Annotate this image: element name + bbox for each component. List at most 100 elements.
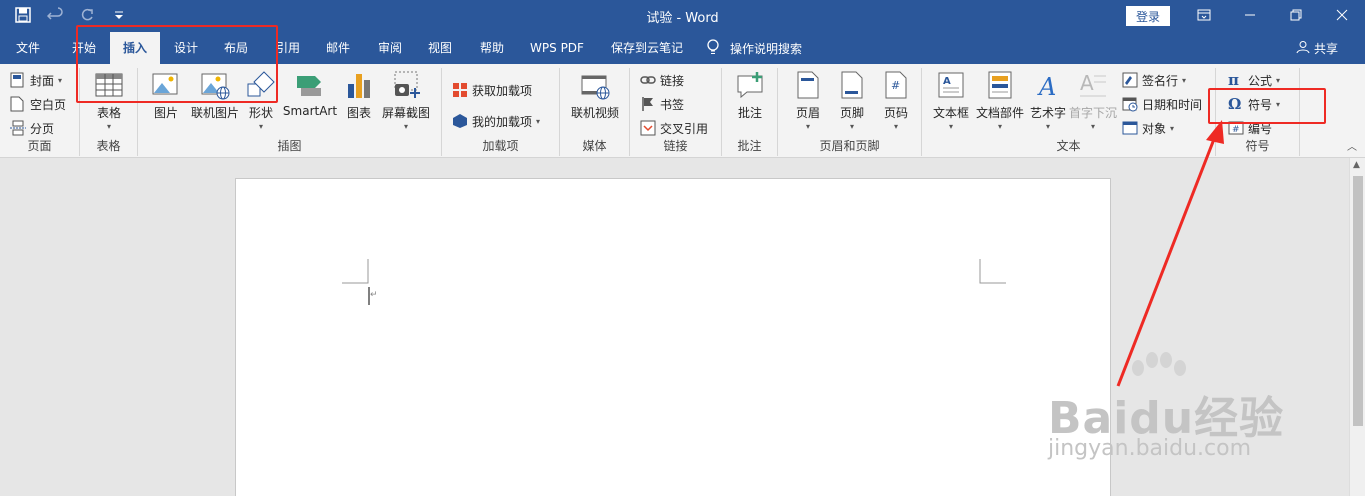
get-addins-button[interactable]: 获取加载项 (452, 80, 532, 100)
drop-cap-button[interactable]: A 首字下沉 ▾ (1068, 70, 1118, 131)
group-label-header-footer: 页眉和页脚 (819, 139, 880, 153)
signature-icon (1122, 72, 1138, 88)
share-label: 共享 (1314, 41, 1339, 56)
tab-help[interactable]: 帮助 (470, 32, 514, 64)
group-header-footer: 页眉 ▾ 页脚 ▾ # 页码 ▾ 页眉和页脚 (778, 68, 922, 156)
group-label-symbols: 符号 (1245, 139, 1270, 153)
group-pages: 封面 ▾ 空白页 分页 页面 (0, 68, 80, 156)
scrollbar-thumb[interactable] (1353, 176, 1363, 426)
tab-view[interactable]: 视图 (418, 32, 462, 64)
group-comments: 批注 批注 (722, 68, 778, 156)
screenshot-button[interactable]: 屏幕截图 ▾ (380, 70, 432, 131)
svg-text:#: # (891, 79, 900, 92)
pi-icon: π (1228, 71, 1239, 89)
equation-button[interactable]: π 公式 ▾ (1228, 70, 1280, 90)
group-label-table: 表格 (96, 139, 121, 153)
date-time-button[interactable]: 日期和时间 (1122, 94, 1202, 114)
svg-text:#: # (1232, 125, 1240, 135)
search-label: 操作说明搜索 (730, 41, 803, 56)
watermark-url: jingyan.baidu.com (1048, 436, 1252, 461)
calendar-icon (1122, 96, 1138, 112)
screenshot-icon (391, 70, 421, 100)
chart-button[interactable]: 图表 (342, 70, 376, 121)
blank-page-icon (10, 96, 26, 112)
restore-icon[interactable] (1284, 4, 1308, 26)
group-label-illustrations: 插图 (277, 139, 302, 153)
text-box-button[interactable]: A 文本框 ▾ (930, 70, 972, 131)
undo-icon[interactable] (46, 6, 64, 24)
group-label-media: 媒体 (582, 139, 607, 153)
page-break-button[interactable]: 分页 (10, 118, 54, 138)
scroll-up-icon[interactable]: ▲ (1353, 160, 1360, 170)
page-break-icon (10, 120, 26, 136)
online-video-icon (580, 70, 610, 100)
blank-page-button[interactable]: 空白页 (10, 94, 66, 114)
group-label-pages: 页面 (27, 139, 52, 153)
cover-page-button[interactable]: 封面 ▾ (10, 70, 62, 90)
tab-wps-pdf[interactable]: WPS PDF (524, 32, 590, 64)
collapse-ribbon-icon[interactable]: ︿ (1347, 138, 1357, 153)
svg-text:A: A (943, 76, 951, 87)
quick-access-toolbar (14, 6, 128, 24)
page-number-button[interactable]: # 页码 ▾ (876, 70, 916, 131)
person-icon (1296, 40, 1310, 57)
close-icon[interactable] (1330, 4, 1354, 26)
smartart-button[interactable]: SmartArt (282, 70, 338, 118)
smartart-icon (295, 70, 325, 100)
save-icon[interactable] (14, 6, 32, 24)
annotation-box-symbol (1208, 88, 1326, 124)
baidu-watermark: Baidu经验 jingyan.baidu.com (1040, 350, 1300, 470)
comment-icon (735, 70, 765, 100)
group-label-text: 文本 (1056, 139, 1081, 153)
online-video-button[interactable]: 联机视频 (568, 70, 622, 121)
wordart-button[interactable]: A 艺术字 ▾ (1028, 70, 1068, 131)
svg-text:↵: ↵ (370, 290, 378, 300)
group-links: 链接 书签 交叉引用 链接 (630, 68, 722, 156)
drop-cap-icon: A (1078, 70, 1108, 100)
my-addins-button[interactable]: 我的加载项 ▾ (452, 111, 540, 131)
tab-file[interactable]: 文件 (8, 32, 48, 64)
ribbon-display-options-icon[interactable] (1192, 4, 1216, 26)
group-label-links: 链接 (663, 139, 688, 153)
group-addins: 获取加载项 我的加载项 ▾ 加载项 (442, 68, 560, 156)
group-media: 联机视频 媒体 (560, 68, 630, 156)
signature-line-button[interactable]: 签名行 ▾ (1122, 70, 1186, 90)
quick-parts-icon (985, 70, 1015, 100)
store-icon (452, 82, 468, 98)
header-button[interactable]: 页眉 ▾ (788, 70, 828, 131)
page-number-icon: # (881, 70, 911, 100)
minimize-icon[interactable] (1238, 4, 1262, 26)
bookmark-icon (640, 96, 656, 112)
share-button[interactable]: 共享 (1296, 32, 1338, 64)
footer-icon (837, 70, 867, 100)
vertical-scrollbar[interactable]: ▲ (1349, 158, 1365, 496)
cover-page-icon (10, 72, 26, 88)
tab-save-cloud-note[interactable]: 保存到云笔记 (604, 32, 690, 64)
svg-text:A: A (1080, 71, 1094, 95)
lightbulb-icon (706, 38, 720, 59)
footer-button[interactable]: 页脚 ▾ (832, 70, 872, 131)
wordart-icon: A (1033, 70, 1063, 101)
document-page[interactable]: ↵ (235, 178, 1111, 496)
cross-reference-button[interactable]: 交叉引用 (640, 118, 708, 138)
customize-qat-icon[interactable] (110, 6, 128, 24)
link-button[interactable]: 链接 (640, 70, 684, 90)
quick-parts-button[interactable]: 文档部件 ▾ (974, 70, 1026, 131)
redo-icon[interactable] (78, 6, 96, 24)
annotation-box-insert-tab (76, 25, 278, 103)
header-icon (793, 70, 823, 100)
svg-text:A: A (1037, 73, 1056, 100)
bookmark-button[interactable]: 书签 (640, 94, 684, 114)
object-icon (1122, 120, 1138, 136)
group-text: A 文本框 ▾ 文档部件 ▾ A 艺术字 ▾ A 首字下沉 ▾ 签名行 ▾ 日期和… (922, 68, 1216, 156)
login-button[interactable]: 登录 (1126, 6, 1170, 26)
comment-button[interactable]: 批注 (730, 70, 770, 121)
tab-review[interactable]: 审阅 (368, 32, 412, 64)
page-margin-marks: ↵ (342, 259, 1006, 305)
group-label-addins: 加载项 (482, 139, 519, 153)
tab-mailings[interactable]: 邮件 (316, 32, 360, 64)
tell-me-search[interactable]: 操作说明搜索 (706, 32, 802, 64)
object-button[interactable]: 对象 ▾ (1122, 118, 1174, 138)
text-box-icon: A (936, 70, 966, 100)
addin-cube-icon (452, 113, 468, 129)
